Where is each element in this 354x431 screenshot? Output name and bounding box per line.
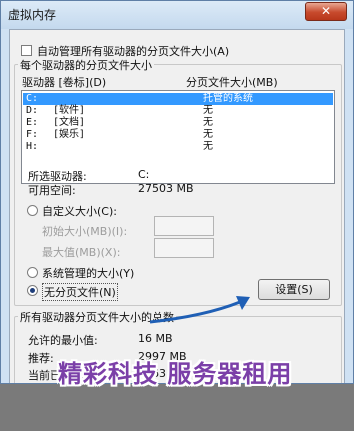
watermark-text: 精彩科技 服务器租用: [58, 360, 293, 388]
